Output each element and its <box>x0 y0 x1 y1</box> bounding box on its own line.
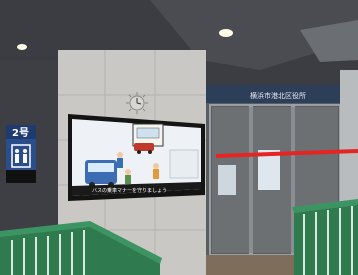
ceiling-light-icon <box>17 44 27 50</box>
ceiling-light-icon <box>219 29 233 37</box>
signage-screen: バスの乗車マナーを守りましょう <box>68 114 205 201</box>
screen-caption: バスの乗車マナーを守りましょう <box>92 187 167 194</box>
screen-illustration-car <box>134 143 154 151</box>
elevator-sign-label: 2号 <box>12 127 29 139</box>
screen-side-panel <box>169 149 199 179</box>
bus-icon <box>85 160 117 188</box>
green-railing-right <box>292 199 358 275</box>
elevator-sign: 2号 <box>6 125 36 183</box>
door-poster <box>218 165 236 195</box>
station-scene: 2号 バスの乗車マナーを守りましょう 横浜市港北区役所 <box>0 0 358 275</box>
door-sign-text: 横浜市港北区役所 <box>250 91 306 100</box>
